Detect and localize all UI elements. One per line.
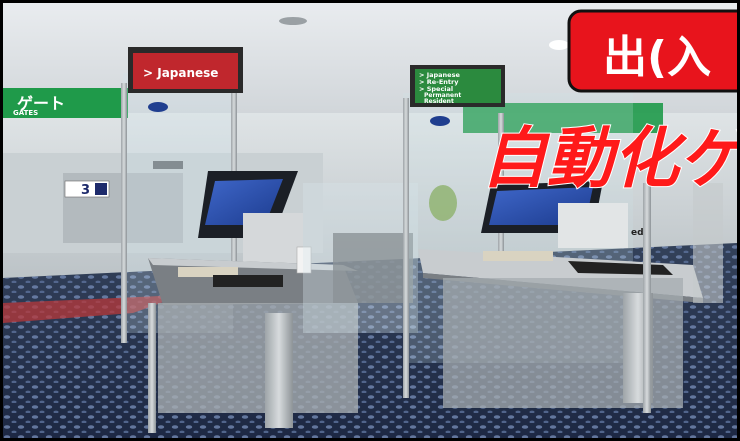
svg-text:Resident: Resident bbox=[424, 98, 454, 105]
photo-scene: ゲート GATES 3 > Japanese > Japanese > Re-E… bbox=[0, 0, 740, 441]
ceiling-light bbox=[279, 17, 307, 25]
airport-gate-photo: ゲート GATES 3 > Japanese > Japanese > Re-E… bbox=[3, 3, 737, 438]
background-person bbox=[429, 185, 457, 221]
gate-number: 3 bbox=[81, 183, 90, 198]
ceiling-light bbox=[549, 40, 569, 50]
background-wall bbox=[693, 183, 723, 303]
left-gate-sign: > Japanese bbox=[143, 66, 218, 80]
overhead-sign-subtext: GATES bbox=[13, 109, 38, 117]
gate-number-plate: 3 bbox=[64, 180, 110, 198]
overhead-gates-sign: ゲート GATES bbox=[3, 88, 128, 118]
partial-sign: ed bbox=[631, 228, 644, 238]
automated-gate-title: 自動化ゲー bbox=[481, 120, 737, 197]
exit-entry-banner: 出(入 bbox=[567, 9, 737, 93]
middle-counter bbox=[333, 233, 413, 303]
banner-text: 出(入 bbox=[603, 32, 711, 83]
